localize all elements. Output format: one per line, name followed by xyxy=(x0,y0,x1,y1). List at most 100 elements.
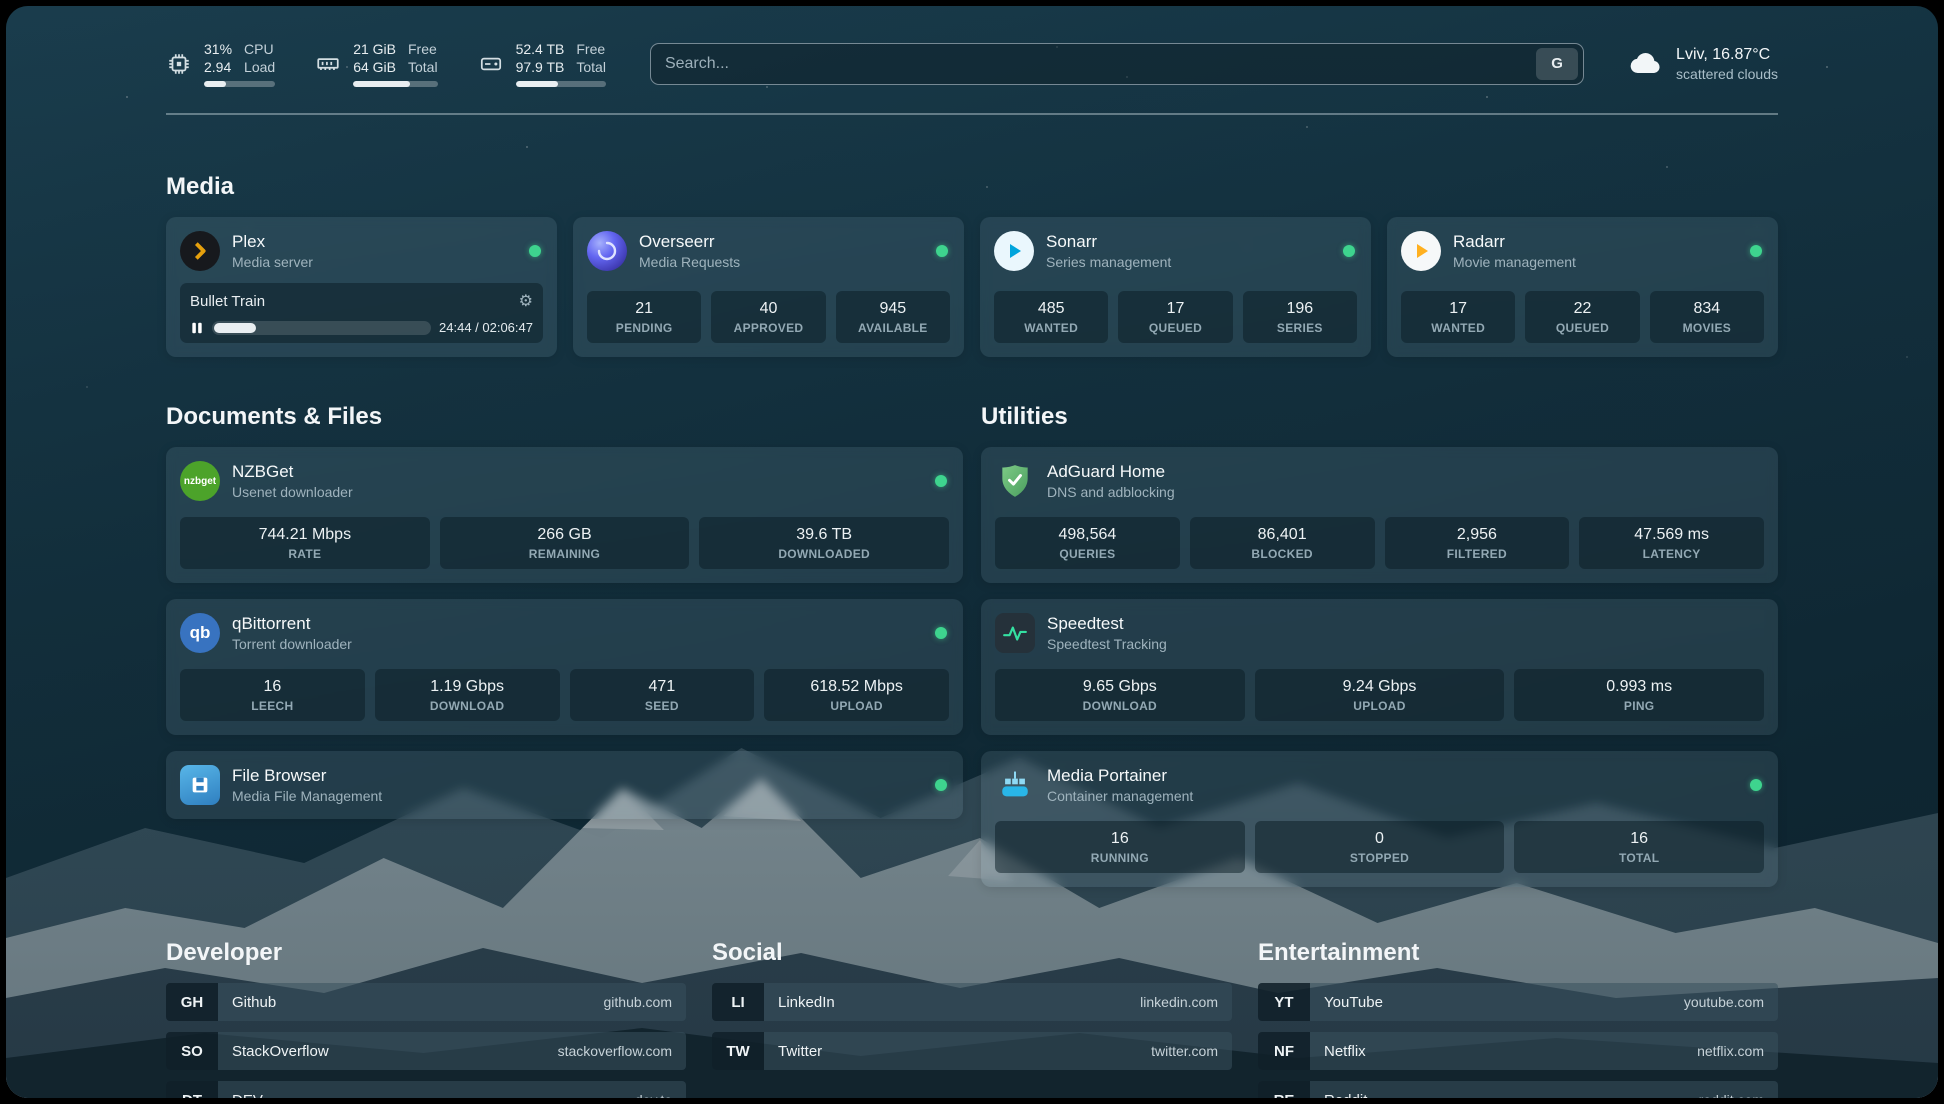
service-name: Sonarr xyxy=(1046,232,1171,252)
playback-progress-fill xyxy=(214,323,256,333)
portainer-card[interactable]: Media Portainer Container management 16 … xyxy=(981,751,1778,887)
stat-downloaded: 39.6 TB DOWNLOADED xyxy=(699,517,949,569)
bookmark-domain: twitter.com xyxy=(1151,1043,1232,1059)
service-name: Overseerr xyxy=(639,232,740,252)
service-subtitle: Container management xyxy=(1047,788,1193,804)
entertainment-group-title: Entertainment xyxy=(1258,939,1778,967)
stat-remaining: 266 GB REMAINING xyxy=(440,517,690,569)
section-documents: Documents & Files nzbget NZBGet Usenet d… xyxy=(166,403,963,887)
bookmark-stackoverflow[interactable]: SO StackOverflow stackoverflow.com xyxy=(166,1032,686,1070)
bookmark-linkedin[interactable]: LI LinkedIn linkedin.com xyxy=(712,983,1232,1021)
radarr-stats: 17 WANTED 22 QUEUED 834 MOVIES xyxy=(1401,291,1764,343)
progress-fill xyxy=(353,81,410,87)
service-subtitle: Series management xyxy=(1046,254,1171,270)
gear-icon[interactable]: ⚙ xyxy=(519,291,533,311)
overseerr-card[interactable]: Overseerr Media Requests 21 PENDING 40 A… xyxy=(573,217,964,357)
radarr-card[interactable]: Radarr Movie management 17 WANTED 22 QUE… xyxy=(1387,217,1778,357)
stat-total: 16 TOTAL xyxy=(1514,821,1764,873)
service-name: AdGuard Home xyxy=(1047,462,1175,482)
service-subtitle: Usenet downloader xyxy=(232,484,353,500)
service-name: qBittorrent xyxy=(232,614,352,634)
weather-widget: Lviv, 16.87°C scattered clouds xyxy=(1628,46,1778,82)
plex-card[interactable]: Plex Media server Bullet Train ⚙ xyxy=(166,217,557,357)
media-section-title: Media xyxy=(166,173,1778,201)
status-dot xyxy=(529,245,541,257)
service-subtitle: Media File Management xyxy=(232,788,382,804)
service-name: Radarr xyxy=(1453,232,1576,252)
stat-movies: 834 MOVIES xyxy=(1650,291,1764,343)
cpu-usage-label: CPU xyxy=(244,40,275,58)
portainer-icon xyxy=(995,765,1035,805)
speedtest-icon xyxy=(995,613,1035,653)
bookmark-abbr: DT xyxy=(166,1081,218,1098)
bookmark-domain: stackoverflow.com xyxy=(558,1043,686,1059)
utilities-section-title: Utilities xyxy=(981,403,1778,431)
stat-stopped: 0 STOPPED xyxy=(1255,821,1505,873)
search-provider-button[interactable]: G xyxy=(1536,48,1578,80)
service-subtitle: Movie management xyxy=(1453,254,1576,270)
progress-fill xyxy=(204,81,226,87)
qbittorrent-icon: qb xyxy=(180,613,220,653)
service-name: File Browser xyxy=(232,766,382,786)
service-name: Plex xyxy=(232,232,313,252)
qbittorrent-card[interactable]: qb qBittorrent Torrent downloader 16 xyxy=(166,599,963,735)
bookmark-abbr: SO xyxy=(166,1032,218,1070)
bookmark-abbr: NF xyxy=(1258,1032,1310,1070)
bookmark-netflix[interactable]: NF Netflix netflix.com xyxy=(1258,1032,1778,1070)
dashboard-frame: 31% 2.94 CPU Load xyxy=(6,6,1938,1098)
adguard-card[interactable]: AdGuard Home DNS and adblocking 498,564 … xyxy=(981,447,1778,583)
stat-latency: 47.569 ms LATENCY xyxy=(1579,517,1764,569)
plex-now-playing: Bullet Train ⚙ 24:44 / 02:06:47 xyxy=(180,283,543,343)
bookmark-name: LinkedIn xyxy=(764,994,1140,1011)
speedtest-card[interactable]: Speedtest Speedtest Tracking 9.65 Gbps D… xyxy=(981,599,1778,735)
cpu-icon xyxy=(166,51,192,77)
section-utilities: Utilities xyxy=(981,403,1778,887)
stat-rate: 744.21 Mbps RATE xyxy=(180,517,430,569)
bookmark-domain: linkedin.com xyxy=(1140,994,1232,1010)
bookmark-dev[interactable]: DT DEV dev.to xyxy=(166,1081,686,1098)
overseerr-icon xyxy=(587,231,627,271)
service-subtitle: Torrent downloader xyxy=(232,636,352,652)
bookmark-github[interactable]: GH Github github.com xyxy=(166,983,686,1021)
nzbget-card[interactable]: nzbget NZBGet Usenet downloader 744.21 M… xyxy=(166,447,963,583)
stat-filtered: 2,956 FILTERED xyxy=(1385,517,1570,569)
stat-series: 196 SERIES xyxy=(1243,291,1357,343)
bookmark-name: Netflix xyxy=(1310,1043,1697,1060)
service-subtitle: Media Requests xyxy=(639,254,740,270)
disk-progress xyxy=(516,81,606,87)
service-subtitle: DNS and adblocking xyxy=(1047,484,1175,500)
bookmark-abbr: LI xyxy=(712,983,764,1021)
bookmark-domain: github.com xyxy=(604,994,686,1010)
status-dot xyxy=(936,245,948,257)
service-name: Media Portainer xyxy=(1047,766,1193,786)
resource-widgets: 31% 2.94 CPU Load xyxy=(166,40,606,87)
stat-running: 16 RUNNING xyxy=(995,821,1245,873)
playback-progress[interactable] xyxy=(212,321,431,335)
bookmark-twitter[interactable]: TW Twitter twitter.com xyxy=(712,1032,1232,1070)
stat-download: 1.19 Gbps DOWNLOAD xyxy=(375,669,560,721)
header-divider xyxy=(166,113,1778,115)
bookmark-domain: dev.to xyxy=(635,1092,686,1098)
bookmark-reddit[interactable]: RE Reddit reddit.com xyxy=(1258,1081,1778,1098)
filebrowser-card[interactable]: File Browser Media File Management xyxy=(166,751,963,819)
cpu-load-value: 2.94 xyxy=(204,58,232,76)
speedtest-stats: 9.65 Gbps DOWNLOAD 9.24 Gbps UPLOAD 0.99… xyxy=(995,669,1764,721)
memory-widget: 21 GiB 64 GiB Free Total xyxy=(315,40,437,87)
stat-wanted: 485 WANTED xyxy=(994,291,1108,343)
bookmark-youtube[interactable]: YT YouTube youtube.com xyxy=(1258,983,1778,1021)
plex-icon xyxy=(180,231,220,271)
memory-total-label: Total xyxy=(408,58,438,76)
memory-free-label: Free xyxy=(408,40,438,58)
sonarr-card[interactable]: Sonarr Series management 485 WANTED 17 Q… xyxy=(980,217,1371,357)
search-bar: G xyxy=(650,43,1584,85)
weather-location: Lviv, 16.87°C xyxy=(1676,46,1778,64)
pause-icon[interactable] xyxy=(190,321,204,335)
search-input[interactable] xyxy=(665,55,1536,73)
portainer-stats: 16 RUNNING 0 STOPPED 16 TOTAL xyxy=(995,821,1764,873)
qbittorrent-stats: 16 LEECH 1.19 Gbps DOWNLOAD 471 SEED xyxy=(180,669,949,721)
bookmark-abbr: YT xyxy=(1258,983,1310,1021)
status-dot xyxy=(1343,245,1355,257)
bookmark-name: YouTube xyxy=(1310,994,1684,1011)
stat-available: 945 AVAILABLE xyxy=(836,291,950,343)
bookmark-name: Github xyxy=(218,994,604,1011)
